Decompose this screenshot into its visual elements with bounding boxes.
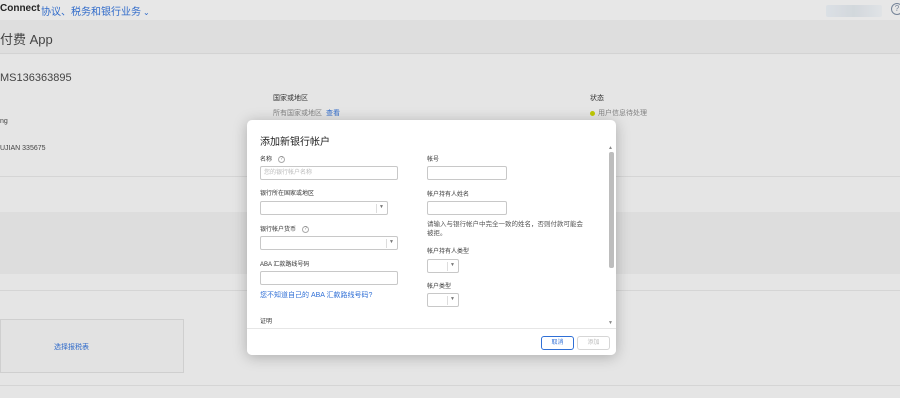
currency-select[interactable]: ▼: [260, 236, 398, 250]
holder-type-select[interactable]: ▼: [427, 259, 459, 273]
account-type-select[interactable]: ▼: [427, 293, 459, 307]
aba-help-link[interactable]: 您不知道自己的 ABA 汇款路线号码?: [260, 290, 372, 300]
aba-routing-input[interactable]: [260, 271, 398, 285]
account-type-label: 帐户类型: [427, 284, 452, 290]
name-label-text: 名称: [260, 157, 273, 163]
scroll-up-icon[interactable]: ▲: [608, 145, 613, 151]
cancel-button[interactable]: 取消: [541, 336, 574, 350]
question-icon[interactable]: ?: [302, 225, 310, 233]
holder-name-label: 帐户持有人姓名: [427, 192, 470, 198]
holder-name-hint: 请输入与银行帐户中完全一致的姓名，否则付款可能会被拒。: [427, 221, 583, 237]
select-separator: [447, 296, 448, 305]
aba-label: ABA 汇款路线号码: [260, 262, 310, 268]
scroll-down-icon[interactable]: ▼: [608, 320, 613, 326]
currency-field-label: 银行帐户货币?: [260, 224, 310, 233]
account-number-input[interactable]: [427, 166, 507, 180]
chevron-down-icon: ▼: [389, 239, 394, 245]
dialog-body: 添加新银行帐户 名称? 银行所在国家或地区 ▼ 银行帐户货币? ▼ ABA 汇款…: [247, 120, 616, 328]
select-separator: [376, 204, 377, 213]
chevron-down-icon: ▼: [379, 204, 384, 210]
dialog-footer: 取消 添加: [247, 328, 616, 355]
account-number-label: 帐号: [427, 157, 440, 163]
add-button[interactable]: 添加: [577, 336, 610, 350]
name-field-label: 名称?: [260, 154, 286, 163]
dialog-title: 添加新银行帐户: [260, 137, 330, 148]
account-name-input[interactable]: [260, 166, 398, 180]
holder-name-input[interactable]: [427, 201, 507, 215]
question-icon[interactable]: ?: [278, 155, 286, 163]
scrollbar-thumb[interactable]: [609, 152, 614, 268]
proof-label: 证明: [260, 319, 273, 325]
holder-type-label: 帐户持有人类型: [427, 249, 470, 255]
bank-country-select[interactable]: ▼: [260, 201, 388, 215]
currency-label-text: 银行帐户货币: [260, 227, 297, 233]
add-bank-account-dialog: 添加新银行帐户 名称? 银行所在国家或地区 ▼ 银行帐户货币? ▼ ABA 汇款…: [247, 120, 616, 355]
bank-country-label: 银行所在国家或地区: [260, 191, 315, 197]
select-separator: [447, 262, 448, 271]
select-separator: [386, 239, 387, 248]
chevron-down-icon: ▼: [450, 296, 455, 302]
chevron-down-icon: ▼: [450, 262, 455, 268]
